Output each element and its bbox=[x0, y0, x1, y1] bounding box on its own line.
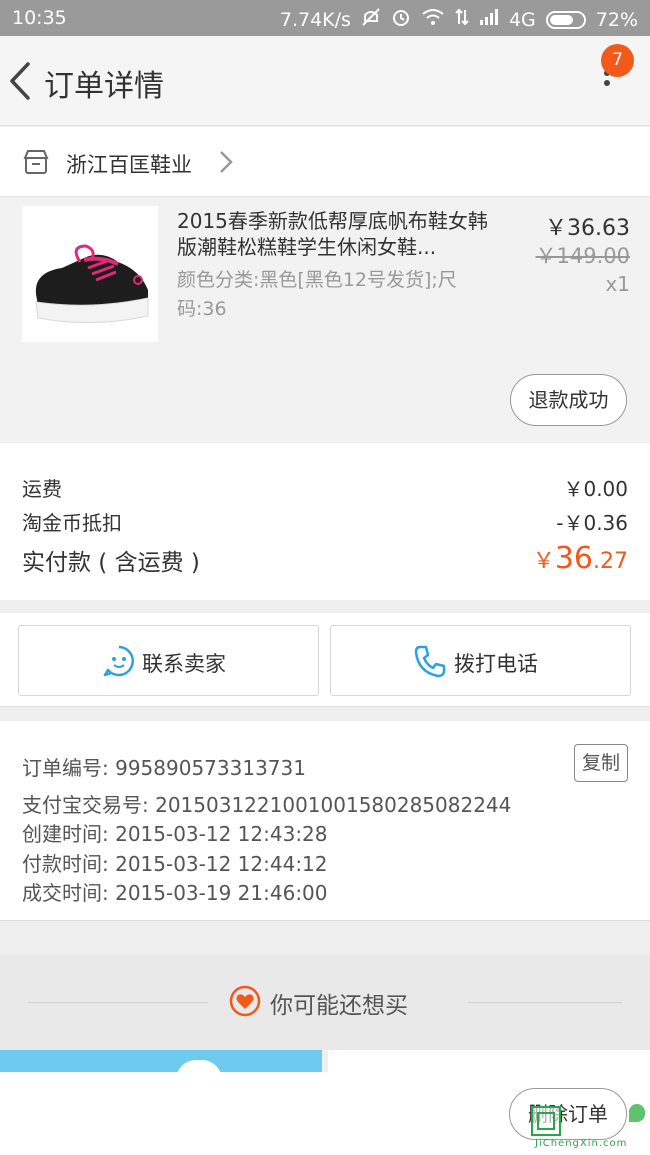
quantity: x1 bbox=[605, 272, 630, 296]
bottom-bar: 删除订单 JiChengXin.com bbox=[0, 1072, 650, 1155]
product-image[interactable] bbox=[22, 206, 158, 342]
phone-icon bbox=[413, 644, 447, 682]
recommend-header: 你可能还想买 bbox=[0, 954, 650, 1050]
status-time: 10:35 bbox=[12, 7, 67, 29]
product-spec: 颜色分类:黑色[黑色12号发货];尺码:36 bbox=[177, 269, 457, 320]
contact-actions: 联系卖家 拨打电话 bbox=[0, 613, 650, 707]
coin-value: -￥0.36 bbox=[556, 511, 628, 535]
back-arrow-icon bbox=[4, 62, 44, 108]
alarm-icon bbox=[391, 7, 411, 32]
notification-badge: 7 bbox=[601, 44, 634, 77]
alipay-number: 支付宝交易号: 2015031221001001580285082244 bbox=[22, 793, 512, 817]
call-phone-label: 拨打电话 bbox=[454, 652, 538, 676]
paid-total-row: 实付款 ( 含运费 ) ￥36.27 bbox=[22, 541, 628, 577]
contact-seller-button[interactable]: 联系卖家 bbox=[18, 625, 319, 696]
page-title: 订单详情 bbox=[44, 69, 164, 104]
paid-time: 付款时间: 2015-03-12 12:44:12 bbox=[22, 852, 328, 876]
battery-icon bbox=[545, 10, 586, 29]
coin-discount-row: 淘金币抵扣 -￥0.36 bbox=[22, 507, 628, 536]
shop-name: 浙江百匡鞋业 bbox=[66, 153, 192, 177]
battery-percent: 72% bbox=[595, 8, 638, 31]
nav-bar: 订单详情 7 bbox=[0, 36, 650, 126]
watermark-text: JiChengXin.com bbox=[535, 1138, 628, 1149]
refund-status-button[interactable]: 退款成功 bbox=[510, 374, 627, 426]
recommend-title: 你可能还想买 bbox=[270, 993, 408, 1019]
network-speed: 7.74K/s bbox=[279, 8, 351, 31]
status-bar: 10:35 7.74K/s 4G 72% bbox=[0, 0, 650, 36]
shop-row[interactable]: 浙江百匡鞋业 bbox=[0, 127, 650, 197]
chevron-right-icon bbox=[218, 149, 234, 179]
mute-icon bbox=[361, 7, 381, 32]
order-info: 订单编号: 995890573313731 复制 支付宝交易号: 2015031… bbox=[0, 721, 650, 921]
paid-decimal: .27 bbox=[593, 549, 628, 574]
price-summary: 运费 ￥0.00 淘金币抵扣 -￥0.36 实付款 ( 含运费 ) ￥36.27 bbox=[0, 443, 650, 600]
shipping-row: 运费 ￥0.00 bbox=[22, 473, 628, 502]
copy-button[interactable]: 复制 bbox=[574, 744, 628, 782]
heart-icon bbox=[229, 985, 261, 1021]
status-right: 7.74K/s 4G 72% bbox=[280, 7, 638, 32]
network-type: 4G bbox=[508, 8, 536, 31]
divider-right bbox=[468, 1002, 622, 1003]
call-phone-button[interactable]: 拨打电话 bbox=[330, 625, 631, 696]
paid-value: ￥36.27 bbox=[533, 541, 628, 576]
unit-price: ￥36.63 bbox=[545, 216, 630, 241]
coin-label: 淘金币抵扣 bbox=[22, 511, 122, 535]
contact-seller-label: 联系卖家 bbox=[142, 652, 226, 676]
paid-integer: 36 bbox=[554, 541, 593, 576]
signal-icon bbox=[479, 8, 499, 31]
wifi-icon bbox=[421, 8, 445, 31]
paid-label: 实付款 ( 含运费 ) bbox=[22, 550, 200, 576]
shipping-value: ￥0.00 bbox=[563, 477, 628, 501]
back-button[interactable] bbox=[4, 58, 44, 104]
completed-time: 成交时间: 2015-03-19 21:46:00 bbox=[22, 881, 328, 905]
created-time: 创建时间: 2015-03-12 12:43:28 bbox=[22, 822, 328, 846]
leaf-icon bbox=[629, 1104, 645, 1122]
paid-currency: ￥ bbox=[532, 549, 555, 574]
product-title: 2015春季新款低帮厚底帆布鞋女韩版潮鞋松糕鞋学生休闲女鞋... bbox=[177, 209, 488, 259]
order-item[interactable]: 2015春季新款低帮厚底帆布鞋女韩版潮鞋松糕鞋学生休闲女鞋... 颜色分类:黑色… bbox=[0, 198, 650, 442]
data-transfer-icon bbox=[455, 8, 469, 31]
store-icon bbox=[22, 149, 50, 179]
original-price: ￥149.00 bbox=[535, 244, 630, 268]
chat-bubble-icon bbox=[102, 644, 136, 682]
divider-left bbox=[28, 1002, 208, 1003]
watermark-logo bbox=[531, 1106, 561, 1136]
shipping-label: 运费 bbox=[22, 477, 62, 501]
watermark: JiChengXin.com bbox=[531, 1104, 649, 1152]
order-number: 订单编号: 995890573313731 bbox=[22, 756, 306, 780]
